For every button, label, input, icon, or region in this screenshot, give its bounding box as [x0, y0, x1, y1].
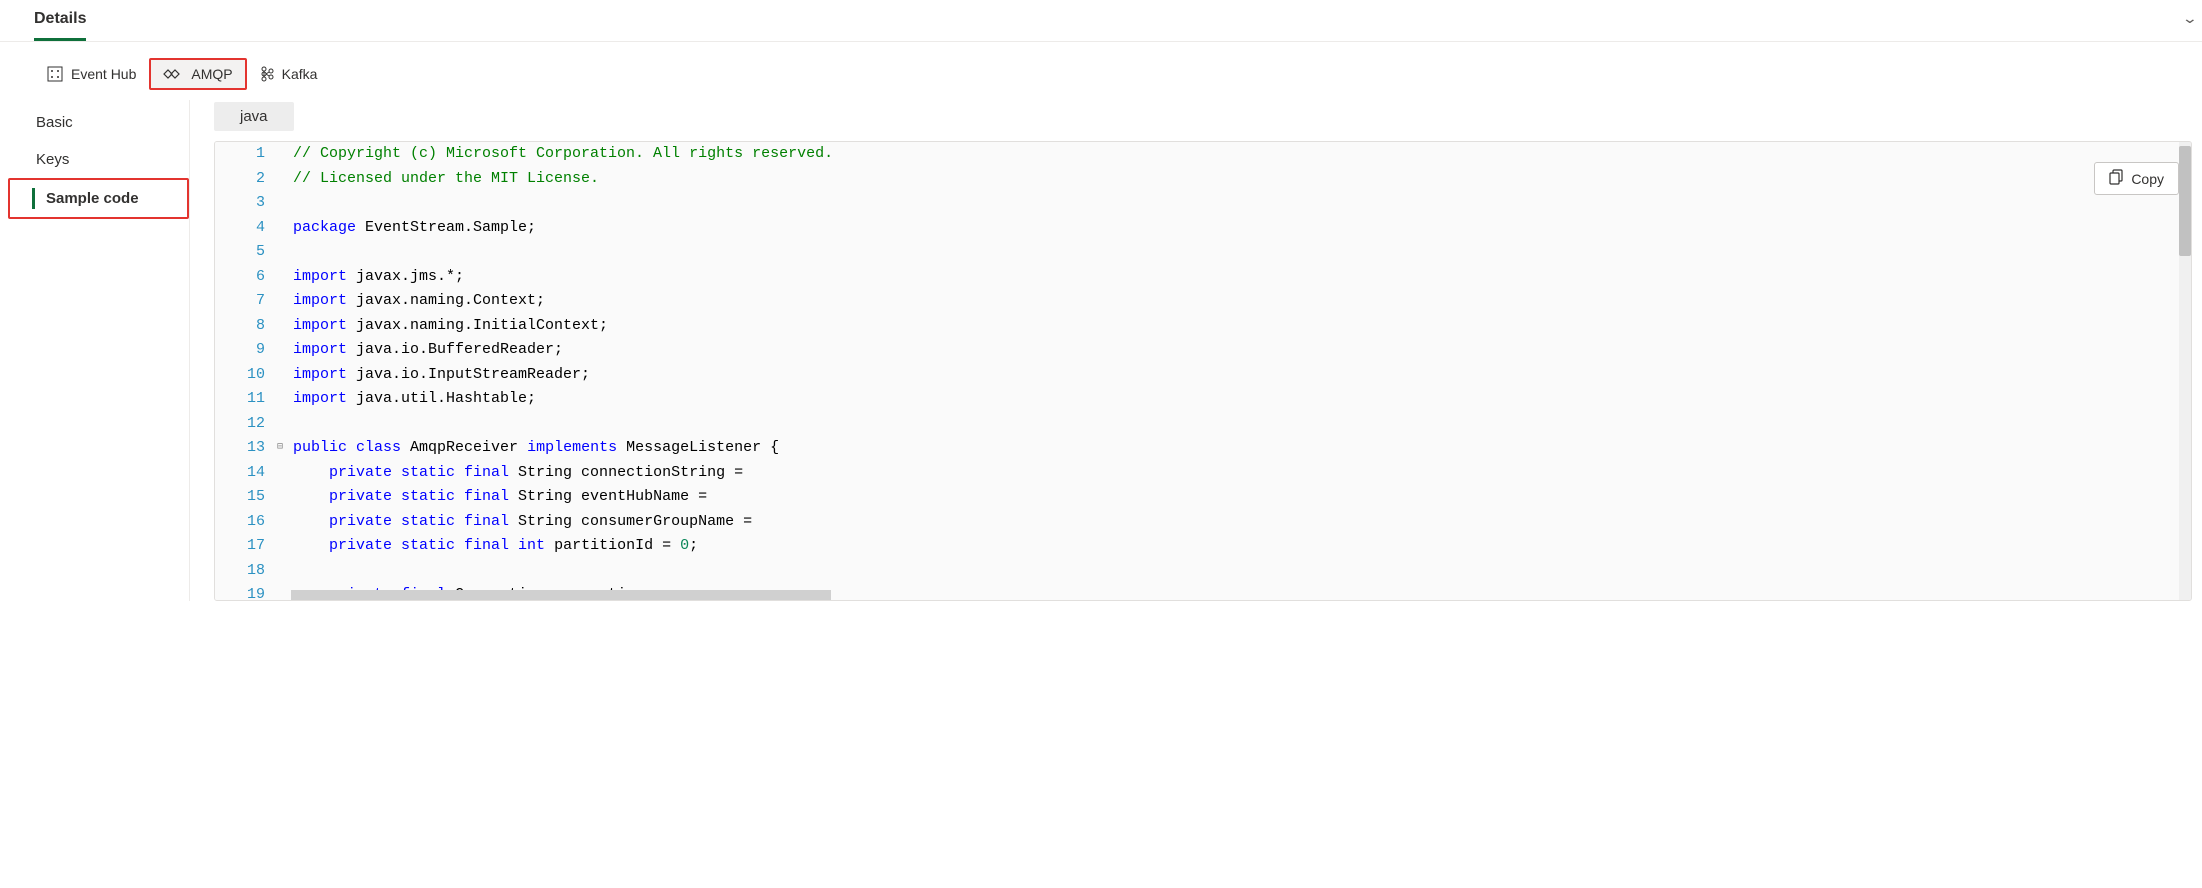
- details-tab[interactable]: Details: [34, 10, 86, 41]
- code-text: import javax.jms.*;: [289, 265, 2191, 290]
- collapse-caret-icon[interactable]: ⌄: [2182, 10, 2198, 27]
- code-editor[interactable]: 1 // Copyright (c) Microsoft Corporation.…: [215, 142, 2191, 600]
- content-area: java Copy 1 // Copyright (c) Microsoft Co…: [190, 100, 2202, 601]
- line-number: 19: [215, 583, 271, 600]
- line-number: 4: [215, 216, 271, 241]
- code-text: import java.util.Hashtable;: [289, 387, 2191, 412]
- code-text: private static final String eventHubName…: [289, 485, 2191, 510]
- tab-label: Kafka: [282, 66, 318, 82]
- code-line: 17 private static final int partitionId …: [215, 534, 2191, 559]
- code-text: [289, 240, 2191, 265]
- tab-amqp[interactable]: AMQP: [149, 58, 246, 90]
- code-line: 1 // Copyright (c) Microsoft Corporation.…: [215, 142, 2191, 167]
- protocol-tabs: Event Hub AMQP Kafka: [0, 42, 2202, 100]
- code-box: Copy 1 // Copyright (c) Microsoft Corpora…: [214, 141, 2192, 601]
- code-line: 10 import java.io.InputStreamReader;: [215, 363, 2191, 388]
- line-number: 18: [215, 559, 271, 584]
- horizontal-scrollbar-thumb[interactable]: [291, 590, 831, 600]
- vertical-scrollbar-thumb[interactable]: [2179, 146, 2191, 256]
- code-line: 6 import javax.jms.*;: [215, 265, 2191, 290]
- line-number: 2: [215, 167, 271, 192]
- copy-icon: [2109, 169, 2123, 188]
- line-number: 15: [215, 485, 271, 510]
- code-text: package EventStream.Sample;: [289, 216, 2191, 241]
- code-line: 9 import java.io.BufferedReader;: [215, 338, 2191, 363]
- code-line: 13⊟public class AmqpReceiver implements …: [215, 436, 2191, 461]
- sidebar-item-basic[interactable]: Basic: [0, 104, 189, 141]
- code-text: import javax.naming.InitialContext;: [289, 314, 2191, 339]
- line-number: 14: [215, 461, 271, 486]
- line-number: 16: [215, 510, 271, 535]
- line-number: 13: [215, 436, 271, 461]
- line-number: 10: [215, 363, 271, 388]
- tab-label: AMQP: [191, 66, 232, 82]
- fold-gutter[interactable]: ⊟: [271, 436, 289, 461]
- main-area: Basic Keys Sample code java Copy 1 // Cop…: [0, 100, 2202, 601]
- sidebar-item-sample-code[interactable]: Sample code: [10, 180, 187, 217]
- code-line: 5: [215, 240, 2191, 265]
- line-number: 1: [215, 142, 271, 167]
- copy-button[interactable]: Copy: [2094, 162, 2179, 195]
- code-text: import java.io.BufferedReader;: [289, 338, 2191, 363]
- kafka-icon: [260, 66, 274, 82]
- code-line: 2 // Licensed under the MIT License.: [215, 167, 2191, 192]
- code-text: [289, 191, 2191, 216]
- code-text: public class AmqpReceiver implements Mes…: [289, 436, 2191, 461]
- code-line: 18: [215, 559, 2191, 584]
- code-text: [289, 559, 2191, 584]
- code-line: 15 private static final String eventHubN…: [215, 485, 2191, 510]
- code-line: 7 import javax.naming.Context;: [215, 289, 2191, 314]
- code-line: 12: [215, 412, 2191, 437]
- code-text: private static final String connectionSt…: [289, 461, 2191, 486]
- code-line: 16 private static final String consumerG…: [215, 510, 2191, 535]
- side-nav: Basic Keys Sample code: [0, 100, 190, 601]
- line-number: 6: [215, 265, 271, 290]
- eventhub-icon: [47, 66, 63, 82]
- copy-label: Copy: [2131, 171, 2164, 187]
- code-text: [289, 412, 2191, 437]
- line-number: 5: [215, 240, 271, 265]
- code-text: private static final String consumerGrou…: [289, 510, 2191, 535]
- line-number: 3: [215, 191, 271, 216]
- tab-eventhub[interactable]: Event Hub: [34, 59, 149, 89]
- code-line: 4 package EventStream.Sample;: [215, 216, 2191, 241]
- tab-kafka[interactable]: Kafka: [247, 59, 331, 89]
- code-text: import java.io.InputStreamReader;: [289, 363, 2191, 388]
- details-header: Details ⌄: [0, 0, 2202, 42]
- code-line: 11 import java.util.Hashtable;: [215, 387, 2191, 412]
- code-text: // Licensed under the MIT License.: [289, 167, 2191, 192]
- code-line: 3: [215, 191, 2191, 216]
- line-number: 9: [215, 338, 271, 363]
- sidebar-item-keys[interactable]: Keys: [0, 141, 189, 178]
- code-line: 14 private static final String connectio…: [215, 461, 2191, 486]
- amqp-icon: [163, 67, 183, 81]
- line-number: 17: [215, 534, 271, 559]
- language-tab[interactable]: java: [214, 102, 294, 131]
- line-number: 12: [215, 412, 271, 437]
- code-line: 8 import javax.naming.InitialContext;: [215, 314, 2191, 339]
- code-text: // Copyright (c) Microsoft Corporation. …: [289, 142, 2191, 167]
- vertical-scrollbar-track[interactable]: [2179, 142, 2191, 600]
- code-text: private static final int partitionId = 0…: [289, 534, 2191, 559]
- line-number: 11: [215, 387, 271, 412]
- line-number: 8: [215, 314, 271, 339]
- tab-label: Event Hub: [71, 66, 136, 82]
- code-text: import javax.naming.Context;: [289, 289, 2191, 314]
- line-number: 7: [215, 289, 271, 314]
